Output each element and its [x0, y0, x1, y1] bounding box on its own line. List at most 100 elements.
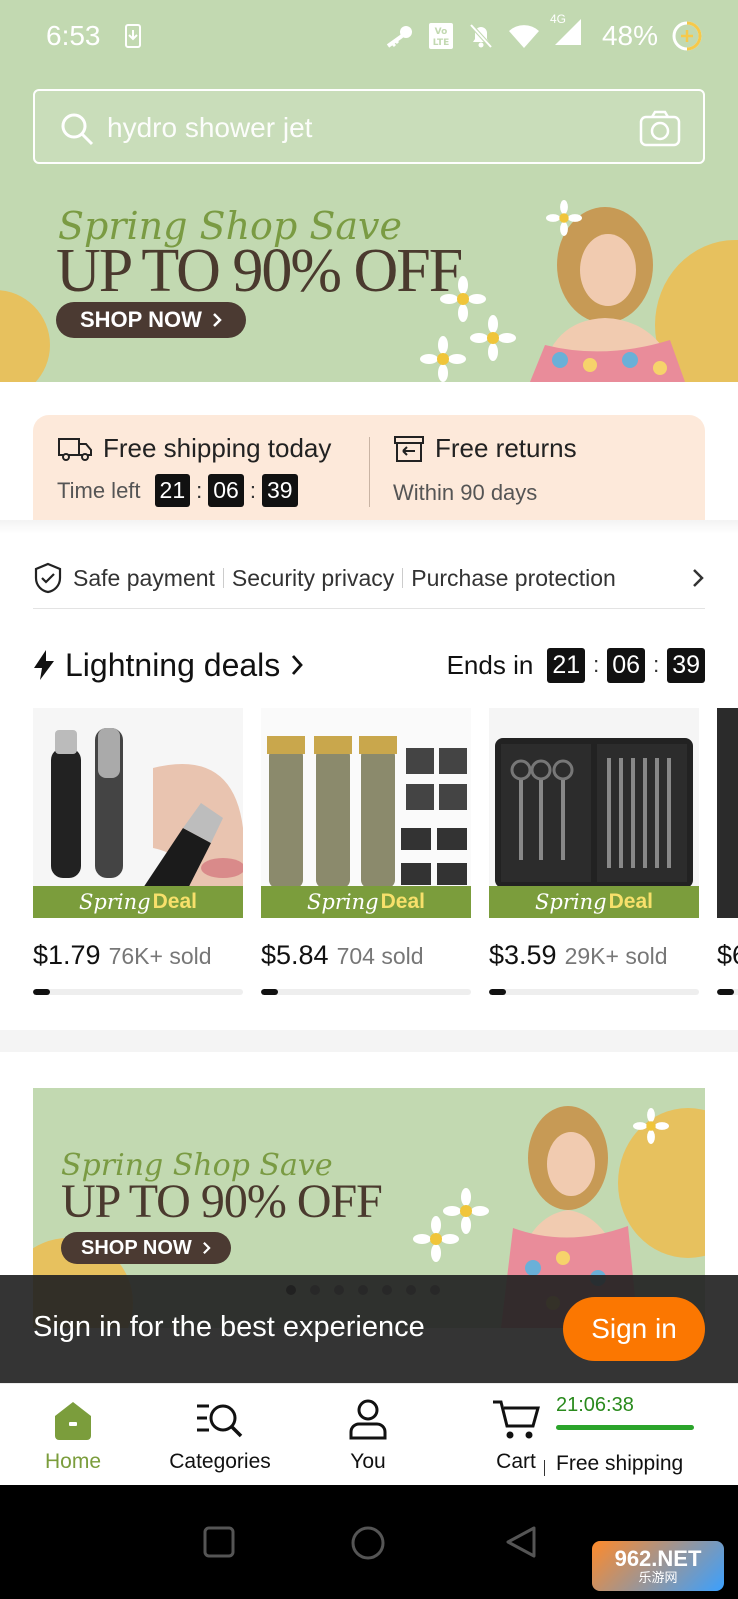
- section-gap: [0, 1030, 738, 1052]
- ends-in-label: Ends in: [446, 649, 534, 680]
- recents-icon[interactable]: [202, 1525, 236, 1559]
- hero-header: 6:53 VoLTE 4G 48% Spring Shop S: [0, 0, 738, 382]
- product-sold: 29K+ sold: [564, 943, 668, 969]
- daisy-flower-3: [420, 336, 466, 382]
- chevron-right-icon: [202, 1241, 211, 1255]
- search-bar[interactable]: [33, 89, 705, 164]
- free-returns-text: Free returns: [435, 433, 577, 463]
- deal-badge-part2: Deal: [380, 890, 425, 913]
- categories-search-icon: [197, 1404, 243, 1438]
- price-row: $5.84 704 sold: [261, 940, 471, 971]
- product-image: [717, 708, 738, 918]
- shop-now-button[interactable]: SHOP NOW: [61, 1232, 231, 1264]
- spring-deal-badge: Spring Deal: [33, 886, 243, 918]
- product-sold: 76K+ sold: [108, 943, 212, 969]
- price-row: $6: [717, 940, 738, 971]
- tab-categories[interactable]: Categories: [164, 1384, 276, 1486]
- signin-button[interactable]: Sign in: [563, 1297, 705, 1361]
- product-image: Spring Deal: [33, 708, 243, 918]
- returns-subtext: Within 90 days: [393, 480, 538, 505]
- lightning-deals-title[interactable]: Lightning deals: [65, 647, 280, 684]
- free-returns-block: Free returns Within 90 days: [393, 433, 577, 506]
- deal-badge-part1: Spring: [535, 890, 607, 914]
- cart-progress-bar: [556, 1425, 694, 1430]
- sold-progress-fill: [489, 989, 506, 995]
- banner-blob-left: [0, 290, 50, 382]
- cart-timer: 21:06:38: [556, 1394, 634, 1416]
- chevron-right-icon: [212, 313, 222, 327]
- time-left-label: Time left: [57, 477, 141, 503]
- back-icon[interactable]: [504, 1525, 538, 1559]
- sold-progress-fill: [261, 989, 278, 995]
- watermark-logo: 962.NET 乐游网: [592, 1541, 724, 1591]
- shop-now-label: SHOP NOW: [81, 1236, 192, 1259]
- price-row: $1.79 76K+ sold: [33, 940, 243, 971]
- timer-colon: :: [249, 477, 256, 503]
- divider-line: [33, 608, 705, 609]
- camera-icon[interactable]: [639, 109, 681, 147]
- banner-headline: UP TO 90% OFF: [61, 1175, 383, 1228]
- timer-minutes: 06: [208, 474, 244, 507]
- spring-deal-badge: Spring Deal: [489, 886, 699, 918]
- shop-now-button[interactable]: SHOP NOW: [56, 302, 246, 338]
- app-screen: 6:53 VoLTE 4G 48% Spring Shop S: [0, 0, 738, 1599]
- product-card-4[interactable]: $6: [717, 708, 738, 995]
- sold-progress-bar: [717, 989, 738, 995]
- chevron-right-icon[interactable]: [290, 653, 304, 677]
- cart-free-shipping: Free shipping: [556, 1452, 684, 1475]
- tab-you-label: You: [350, 1450, 386, 1473]
- daisy-flower-3: [633, 1108, 669, 1144]
- search-icon: [61, 113, 94, 146]
- mute-bell-icon: [469, 23, 493, 48]
- svg-text:Vo: Vo: [435, 27, 448, 37]
- lightning-products-carousel[interactable]: SpringDeal $1.79 76K+ sold SpringDeal: [33, 708, 738, 998]
- key-icon: [386, 25, 412, 48]
- tab-you[interactable]: You: [338, 1384, 398, 1486]
- cart-icon: [493, 1400, 540, 1439]
- daisy-flower-2: [470, 315, 516, 361]
- daisy-flower-4: [546, 200, 582, 236]
- shop-now-label: SHOP NOW: [80, 307, 202, 332]
- trust-separator: [402, 568, 404, 588]
- product-sold: 704 sold: [336, 943, 424, 969]
- timer-colon: :: [653, 652, 660, 677]
- svg-text:LTE: LTE: [433, 38, 450, 48]
- tab-cart[interactable]: Cart: [486, 1384, 546, 1486]
- cell-signal: 4G: [550, 12, 582, 53]
- sold-progress-bar: [261, 989, 471, 995]
- download-icon: [125, 24, 141, 48]
- deals-timer-hours: 21: [547, 647, 586, 683]
- product-card-3[interactable]: Spring Deal $3.59 29K+ sold: [489, 708, 699, 995]
- deals-countdown: Ends in 21: 06: 39: [446, 647, 705, 683]
- deal-badge-part1: Spring: [307, 890, 379, 914]
- truck-icon: [58, 437, 92, 461]
- tab-home-label: Home: [44, 1450, 102, 1473]
- trust-item-security-privacy: Security privacy: [231, 564, 395, 591]
- shipping-card[interactable]: Free shipping today Time left 21: 06: 39…: [33, 415, 705, 525]
- timer-colon: :: [593, 652, 600, 677]
- cart-divider: [544, 1460, 545, 1476]
- daisy-flower-2: [413, 1216, 459, 1262]
- deal-badge-part2: Deal: [608, 890, 653, 913]
- chevron-right-icon[interactable]: [691, 567, 705, 589]
- tab-home[interactable]: Home: [38, 1384, 108, 1486]
- home-nav-icon[interactable]: [350, 1525, 386, 1561]
- timer-colon: :: [196, 477, 203, 503]
- product-card-2[interactable]: Spring Deal $5.84 704 sold: [261, 708, 471, 995]
- trust-item-safe-payment: Safe payment: [73, 564, 215, 591]
- product-price: $1.79: [33, 940, 101, 970]
- tab-cart-label: Cart: [496, 1450, 536, 1473]
- trust-row[interactable]: Safe payment Security privacy Purchase p…: [33, 548, 705, 608]
- cart-shipping-info[interactable]: 21:06:38 Free shipping: [556, 1394, 696, 1476]
- volte-icon: VoLTE: [428, 22, 453, 49]
- returns-box-icon: [394, 435, 424, 462]
- signin-prompt-bar: Sign in for the best experience Sign in: [0, 1275, 738, 1383]
- free-shipping-row: Free shipping today: [57, 433, 331, 464]
- sold-progress-fill: [717, 989, 734, 995]
- battery-percent: 48%: [601, 19, 658, 51]
- lightning-bolt-icon: [34, 650, 54, 680]
- search-input[interactable]: [107, 105, 627, 151]
- product-card-1[interactable]: Spring Deal $1.79 76K+ sold: [33, 708, 243, 995]
- product-image: Spring Deal: [489, 708, 699, 918]
- tab-categories-label: Categories: [169, 1450, 271, 1473]
